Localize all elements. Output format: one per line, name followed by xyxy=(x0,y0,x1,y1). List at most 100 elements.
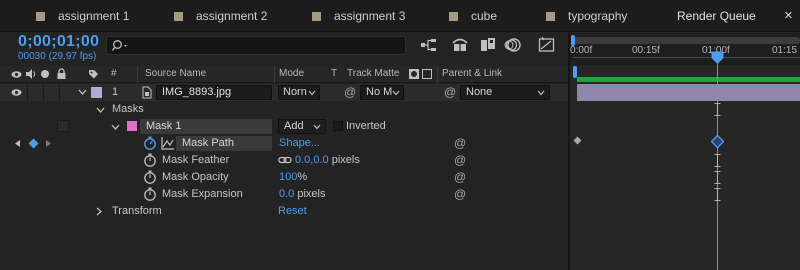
time-ruler-tick-label: 0:00f xyxy=(570,45,593,56)
close-icon[interactable]: × xyxy=(784,7,793,24)
layer-visibility-eye-icon[interactable] xyxy=(11,88,22,97)
eye-icon[interactable] xyxy=(11,70,22,79)
mask-opacity-row[interactable]: Mask Opacity 100% @ xyxy=(0,169,568,186)
mask-expansion-value-group: 0.0 pixels xyxy=(279,188,325,200)
stopwatch-icon[interactable] xyxy=(143,153,157,167)
transform-group-row[interactable]: Transform Reset xyxy=(0,203,568,220)
label-tag-icon[interactable] xyxy=(88,69,99,80)
composition-icon xyxy=(36,11,45,21)
transform-reset-link[interactable]: Reset xyxy=(278,205,307,217)
value-cursor-icon xyxy=(714,188,721,201)
draft-3d-icon[interactable] xyxy=(451,37,469,53)
mask-feather-label: Mask Feather xyxy=(162,154,230,166)
value-cursor-icon xyxy=(714,171,721,184)
expression-pick-whip-icon[interactable]: @ xyxy=(454,136,466,150)
mask-expansion-label: Mask Expansion xyxy=(162,188,243,200)
pick-whip-icon[interactable]: @ xyxy=(344,85,356,99)
layer-label-color[interactable] xyxy=(91,87,102,98)
composition-icon xyxy=(174,11,183,21)
tab-typography[interactable]: typography xyxy=(546,0,627,32)
mask-name-field[interactable]: Mask 1 xyxy=(140,119,272,134)
mask-feather-row[interactable]: Mask Feather 0.0,0.0 pixels @ xyxy=(0,152,568,169)
constrain-proportions-link-icon[interactable] xyxy=(278,156,292,165)
track-matte-luma-icon xyxy=(422,69,432,79)
timeline-panel[interactable]: 0:00f 00:15f 01:00f 01:15 xyxy=(568,33,800,270)
tab-label: assignment 1 xyxy=(58,9,130,23)
parent-value: None xyxy=(466,86,493,98)
next-keyframe-icon[interactable] xyxy=(45,139,53,148)
chevron-down-icon xyxy=(392,90,400,96)
column-source-name[interactable]: Source Name xyxy=(145,68,206,79)
chevron-down-icon[interactable] xyxy=(78,89,87,96)
panel-divider[interactable] xyxy=(568,33,570,270)
mask-feather-unit: pixels xyxy=(328,154,360,166)
stopwatch-icon[interactable] xyxy=(143,170,157,184)
parent-select[interactable]: None xyxy=(460,85,550,100)
composition-flowchart-icon[interactable] xyxy=(420,37,438,53)
mask-expansion-value[interactable]: 0.0 xyxy=(279,188,294,200)
shy-layers-icon[interactable] xyxy=(479,37,497,53)
inverted-checkbox[interactable] xyxy=(333,121,343,131)
layer-duration-bar[interactable] xyxy=(577,84,800,101)
tab-render-queue[interactable]: Render Queue xyxy=(677,0,756,32)
search-input[interactable] xyxy=(106,36,406,55)
stopwatch-icon[interactable] xyxy=(143,187,157,201)
frame-rate-readout: 00030 (29.97 fps) xyxy=(18,51,97,62)
stopwatch-active-icon[interactable] xyxy=(143,136,157,150)
current-time-display[interactable]: 0;00;01;00 xyxy=(18,33,99,51)
mask-mode-select[interactable]: Add xyxy=(278,119,326,134)
expression-pick-whip-icon[interactable]: @ xyxy=(454,153,466,167)
tab-label: assignment 2 xyxy=(196,9,268,23)
work-area-bar[interactable] xyxy=(577,77,800,82)
current-time-indicator-head[interactable] xyxy=(711,51,724,65)
mask-lock-checkbox[interactable] xyxy=(57,120,69,132)
mask-expansion-row[interactable]: Mask Expansion 0.0 pixels @ xyxy=(0,186,568,203)
mask-expansion-unit: pixels xyxy=(294,188,326,200)
mask-path-value[interactable]: Shape... xyxy=(279,137,320,149)
layer-row[interactable]: 1 IMG_8893.jpg Norn @ No M @ None xyxy=(0,84,568,101)
chevron-down-icon[interactable] xyxy=(96,107,105,114)
tab-assignment-3[interactable]: assignment 3 xyxy=(312,0,405,32)
tab-label: typography xyxy=(568,9,628,23)
audio-icon[interactable] xyxy=(25,69,37,79)
mask-row[interactable]: Mask 1 Add Inverted xyxy=(0,118,568,135)
expression-pick-whip-icon[interactable]: @ xyxy=(454,170,466,184)
keyframe-diamond-icon[interactable] xyxy=(573,136,582,145)
selected-keyframe-icon[interactable] xyxy=(711,135,724,148)
mask-opacity-label: Mask Opacity xyxy=(162,171,229,183)
search-icon xyxy=(112,40,127,51)
masks-group-label: Masks xyxy=(112,103,144,115)
blend-mode-select[interactable]: Norn xyxy=(278,85,320,100)
tab-assignment-2[interactable]: assignment 2 xyxy=(174,0,267,32)
solo-icon[interactable] xyxy=(41,70,49,78)
mask-path-row[interactable]: Mask Path Shape... @ xyxy=(0,135,568,152)
column-track-matte: Track Matte xyxy=(347,68,400,79)
chevron-down-icon[interactable] xyxy=(111,124,120,131)
layer-name-field[interactable]: IMG_8893.jpg xyxy=(156,85,272,100)
footage-file-icon xyxy=(142,86,152,99)
time-navigator-bar[interactable] xyxy=(573,37,800,44)
tab-cube[interactable]: cube xyxy=(449,0,497,32)
mask-opacity-value[interactable]: 100 xyxy=(279,171,297,183)
track-matte-select[interactable]: No M xyxy=(360,85,404,100)
composition-icon xyxy=(312,11,321,21)
mask-feather-value[interactable]: 0.0,0.0 xyxy=(295,154,329,166)
mask-color-swatch[interactable] xyxy=(127,121,137,131)
graph-editor-toggle-icon[interactable] xyxy=(161,137,174,150)
add-keyframe-icon[interactable] xyxy=(28,138,39,149)
tab-assignment-1[interactable]: assignment 1 xyxy=(36,0,129,32)
track-matte-alpha-icon xyxy=(409,69,419,79)
composition-icon xyxy=(449,11,458,21)
previous-keyframe-icon[interactable] xyxy=(13,139,21,148)
chevron-right-icon[interactable] xyxy=(96,207,103,216)
lock-icon[interactable] xyxy=(57,68,66,80)
parent-pick-whip-icon[interactable]: @ xyxy=(444,85,456,99)
column-parent-link: Parent & Link xyxy=(442,68,503,79)
graph-editor-icon[interactable] xyxy=(538,37,556,53)
composition-icon xyxy=(546,11,555,21)
motion-blur-icon[interactable] xyxy=(504,37,522,53)
masks-group-row[interactable]: Masks xyxy=(0,101,568,118)
tab-bar: assignment 1 assignment 2 assignment 3 c… xyxy=(0,0,800,32)
expression-pick-whip-icon[interactable]: @ xyxy=(454,187,466,201)
blend-mode-value: Norn xyxy=(283,86,307,98)
